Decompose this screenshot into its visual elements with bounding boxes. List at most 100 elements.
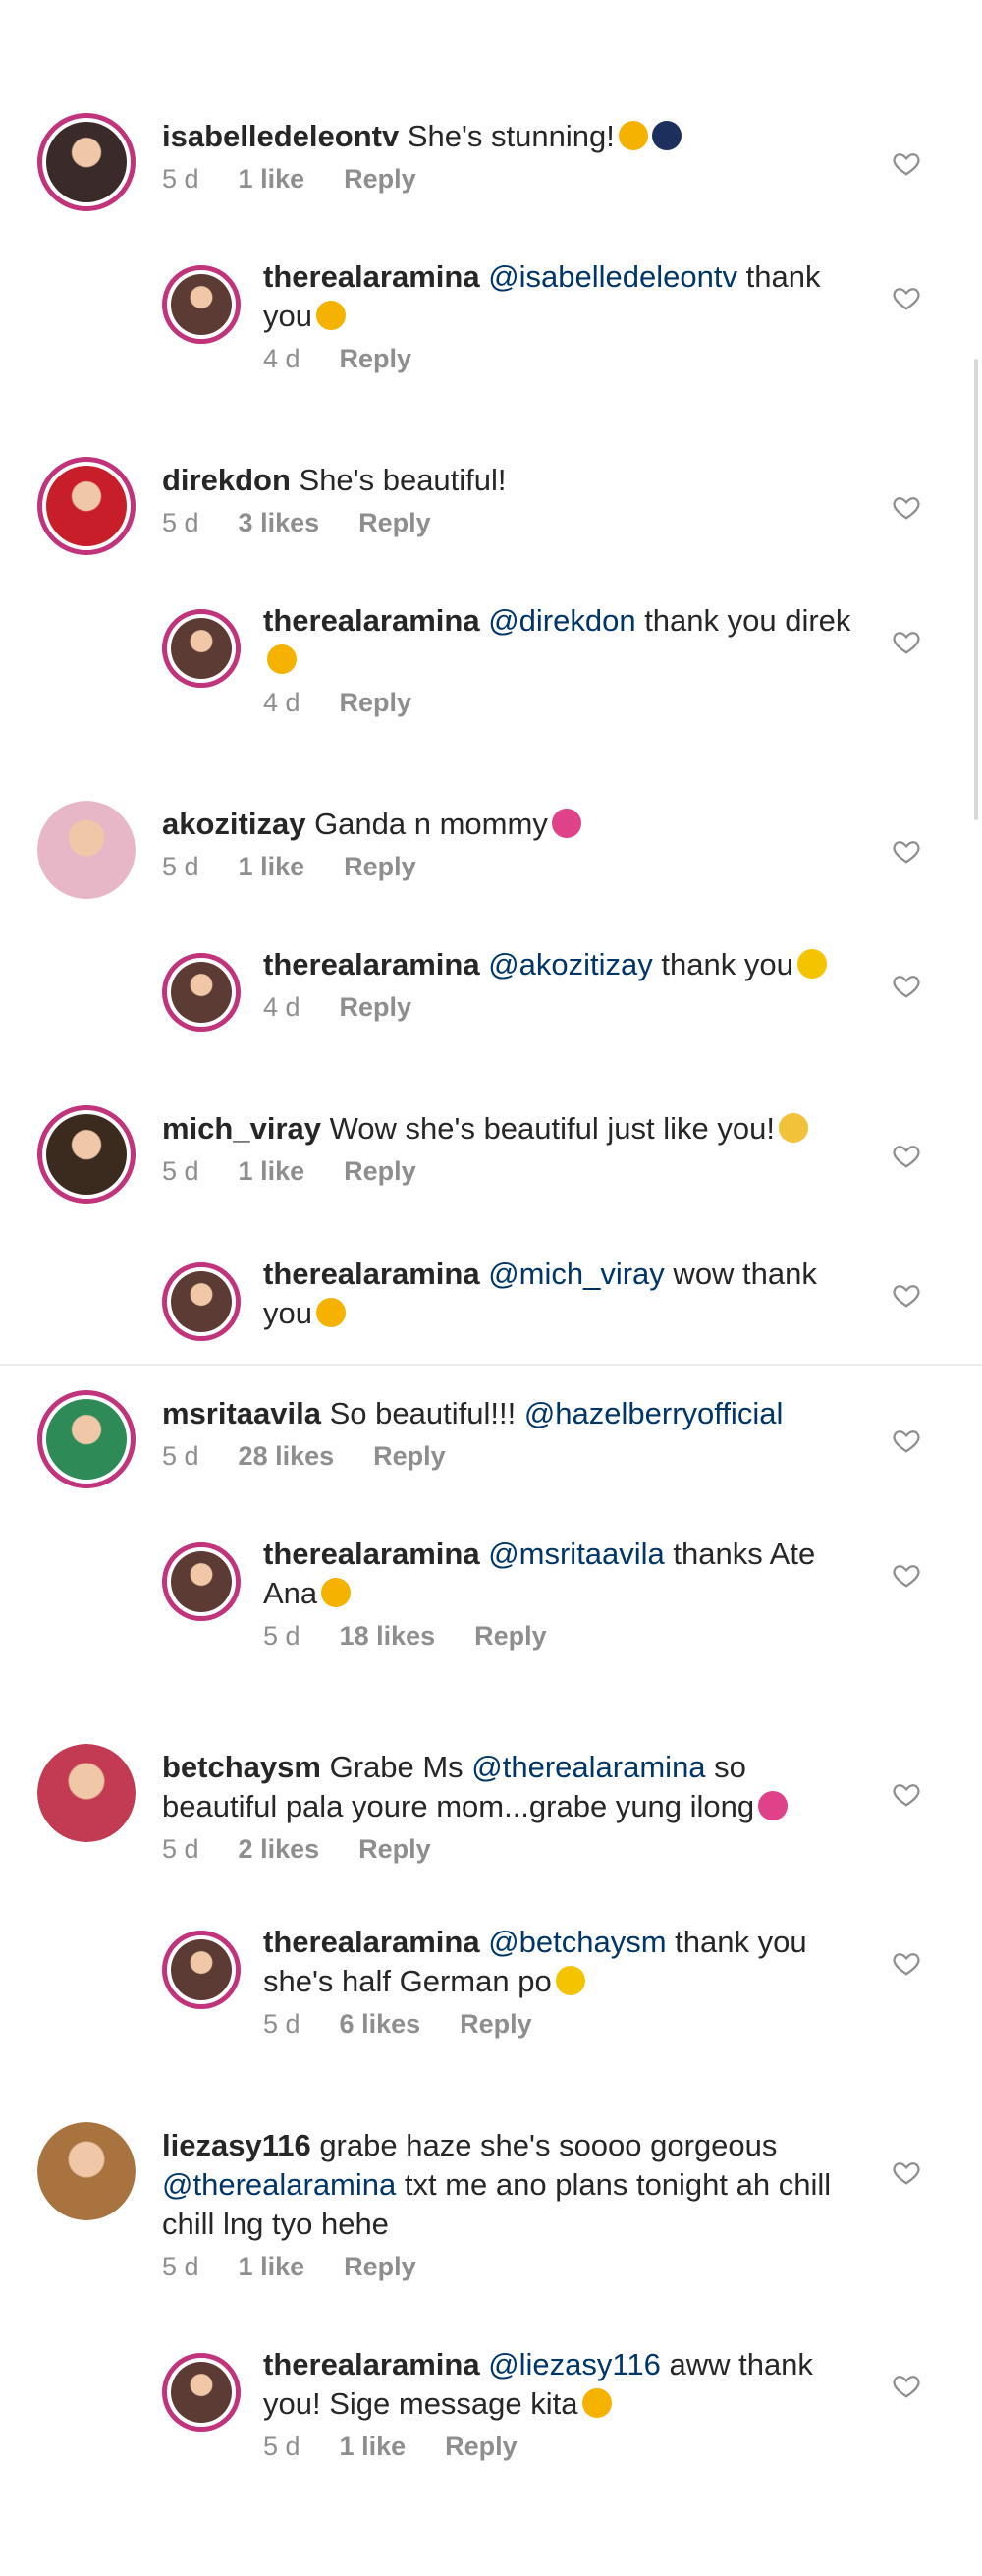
heart-outline-icon[interactable]: [892, 2371, 921, 2400]
reply-button[interactable]: Reply: [344, 852, 416, 881]
timestamp: 5 d: [162, 2252, 199, 2281]
username-link[interactable]: msritaavila: [162, 1396, 321, 1430]
comment-meta: [263, 1341, 302, 1372]
username-link[interactable]: therealaramina: [263, 259, 480, 294]
comment-text: therealaramina @msritaavila thanks Ate A…: [263, 1535, 854, 1613]
username-link[interactable]: akozitizay: [162, 807, 305, 841]
username-link[interactable]: therealaramina: [263, 603, 480, 638]
username-link[interactable]: direkdon: [162, 463, 291, 497]
mention-link[interactable]: @therealaramina: [471, 1750, 705, 1784]
heart-outline-icon[interactable]: [892, 1280, 921, 1310]
comment-meta: 5 d 2 likes Reply: [162, 1834, 470, 1865]
reply-button[interactable]: Reply: [340, 688, 412, 717]
emoji-icon: [267, 644, 297, 674]
reply-button[interactable]: Reply: [344, 164, 416, 194]
reply-button[interactable]: Reply: [344, 1156, 416, 1186]
mention-link[interactable]: @liezasy116: [488, 2347, 661, 2381]
heart-outline-icon[interactable]: [892, 1426, 921, 1455]
username-link[interactable]: mich_viray: [162, 1111, 321, 1146]
heart-outline-icon[interactable]: [892, 2157, 921, 2187]
comment-text: isabelledeleontv She's stunning!😍🌌: [162, 117, 854, 156]
reply-button[interactable]: Reply: [340, 992, 412, 1022]
likes-count[interactable]: 28 likes: [239, 1441, 335, 1471]
avatar[interactable]: [37, 2122, 136, 2220]
heart-outline-icon[interactable]: [892, 627, 921, 656]
heart-outline-icon[interactable]: [892, 836, 921, 866]
avatar[interactable]: [37, 113, 136, 211]
likes-count[interactable]: 1 like: [340, 2432, 407, 2461]
mention-link[interactable]: @msritaavila: [488, 1537, 665, 1571]
reply-button[interactable]: Reply: [358, 508, 431, 537]
timestamp: 5 d: [263, 1621, 300, 1651]
reply-button[interactable]: Reply: [474, 1621, 547, 1651]
likes-count[interactable]: 3 likes: [239, 508, 320, 537]
avatar[interactable]: [162, 1931, 241, 2009]
likes-count[interactable]: 1 like: [239, 852, 305, 881]
mention-link[interactable]: @direkdon: [488, 603, 635, 638]
reply-button[interactable]: Reply: [344, 2252, 416, 2281]
reply-button[interactable]: Reply: [340, 344, 412, 373]
avatar[interactable]: [37, 801, 136, 899]
likes-count[interactable]: 6 likes: [340, 2009, 421, 2039]
likes-count[interactable]: 1 like: [239, 164, 305, 194]
heart-outline-icon[interactable]: [892, 971, 921, 1000]
heart-outline-icon[interactable]: [892, 1141, 921, 1170]
username-link[interactable]: liezasy116: [162, 2128, 311, 2162]
reply-button[interactable]: Reply: [460, 2009, 532, 2039]
scrollbar[interactable]: [974, 359, 978, 820]
timestamp: 5 d: [263, 2432, 300, 2461]
avatar[interactable]: [37, 457, 136, 555]
comment-meta: 5 d 1 like Reply: [162, 2252, 456, 2282]
comment-body: [480, 1537, 489, 1571]
avatar-image: [37, 1744, 136, 1842]
heart-outline-icon[interactable]: [892, 148, 921, 178]
reply-button[interactable]: Reply: [373, 1441, 446, 1471]
emoji-icon: [796, 949, 827, 979]
emoji-icon: [618, 121, 648, 150]
mention-link[interactable]: @akozitizay: [488, 947, 653, 981]
avatar[interactable]: [37, 1744, 136, 1842]
mention-link[interactable]: @mich_viray: [488, 1257, 665, 1291]
username-link[interactable]: therealaramina: [263, 1537, 480, 1571]
heart-outline-icon[interactable]: [892, 283, 921, 312]
comment-meta: 5 d 1 like Reply: [162, 1156, 456, 1187]
timestamp: 4 d: [263, 344, 300, 373]
heart-outline-icon[interactable]: [892, 1779, 921, 1809]
avatar[interactable]: [162, 2353, 241, 2432]
reply-button[interactable]: Reply: [445, 2432, 518, 2461]
comment-text: therealaramina @isabelledeleontv thank y…: [263, 257, 854, 336]
heart-outline-icon[interactable]: [892, 1560, 921, 1590]
avatar[interactable]: [162, 953, 241, 1032]
heart-outline-icon[interactable]: [892, 492, 921, 522]
username-link[interactable]: therealaramina: [263, 1257, 480, 1291]
username-link[interactable]: isabelledeleontv: [162, 119, 399, 153]
likes-count[interactable]: 2 likes: [239, 1834, 320, 1864]
avatar[interactable]: [37, 1390, 136, 1488]
mention-link[interactable]: @isabelledeleontv: [488, 259, 737, 294]
mention-link[interactable]: @therealaramina: [162, 2167, 396, 2202]
timestamp: 5 d: [263, 2009, 300, 2039]
comment-body: [480, 2347, 489, 2381]
likes-count[interactable]: 1 like: [239, 1156, 305, 1186]
username-link[interactable]: therealaramina: [263, 1925, 480, 1959]
likes-count[interactable]: 1 like: [239, 2252, 305, 2281]
avatar[interactable]: [162, 1262, 241, 1341]
avatar[interactable]: [37, 1105, 136, 1204]
likes-count[interactable]: 18 likes: [340, 1621, 436, 1651]
comment-text: therealaramina @mich_viray wow thank you…: [263, 1255, 854, 1333]
avatar[interactable]: [162, 265, 241, 344]
comment-body: [480, 603, 489, 638]
avatar[interactable]: [162, 609, 241, 688]
emoji-icon: [651, 121, 682, 150]
heart-outline-icon[interactable]: [892, 1948, 921, 1978]
username-link[interactable]: therealaramina: [263, 947, 480, 981]
avatar-image: [171, 1939, 232, 2000]
username-link[interactable]: therealaramina: [263, 2347, 480, 2381]
username-link[interactable]: betchaysm: [162, 1750, 321, 1784]
comment-text: betchaysm Grabe Ms @therealaramina so be…: [162, 1748, 854, 1826]
comment-text: akozitizay Ganda n mommy💕: [162, 805, 854, 844]
mention-link[interactable]: @hazelberryofficial: [524, 1396, 784, 1430]
reply-button[interactable]: Reply: [358, 1834, 431, 1864]
mention-link[interactable]: @betchaysm: [488, 1925, 666, 1959]
avatar[interactable]: [162, 1542, 241, 1621]
